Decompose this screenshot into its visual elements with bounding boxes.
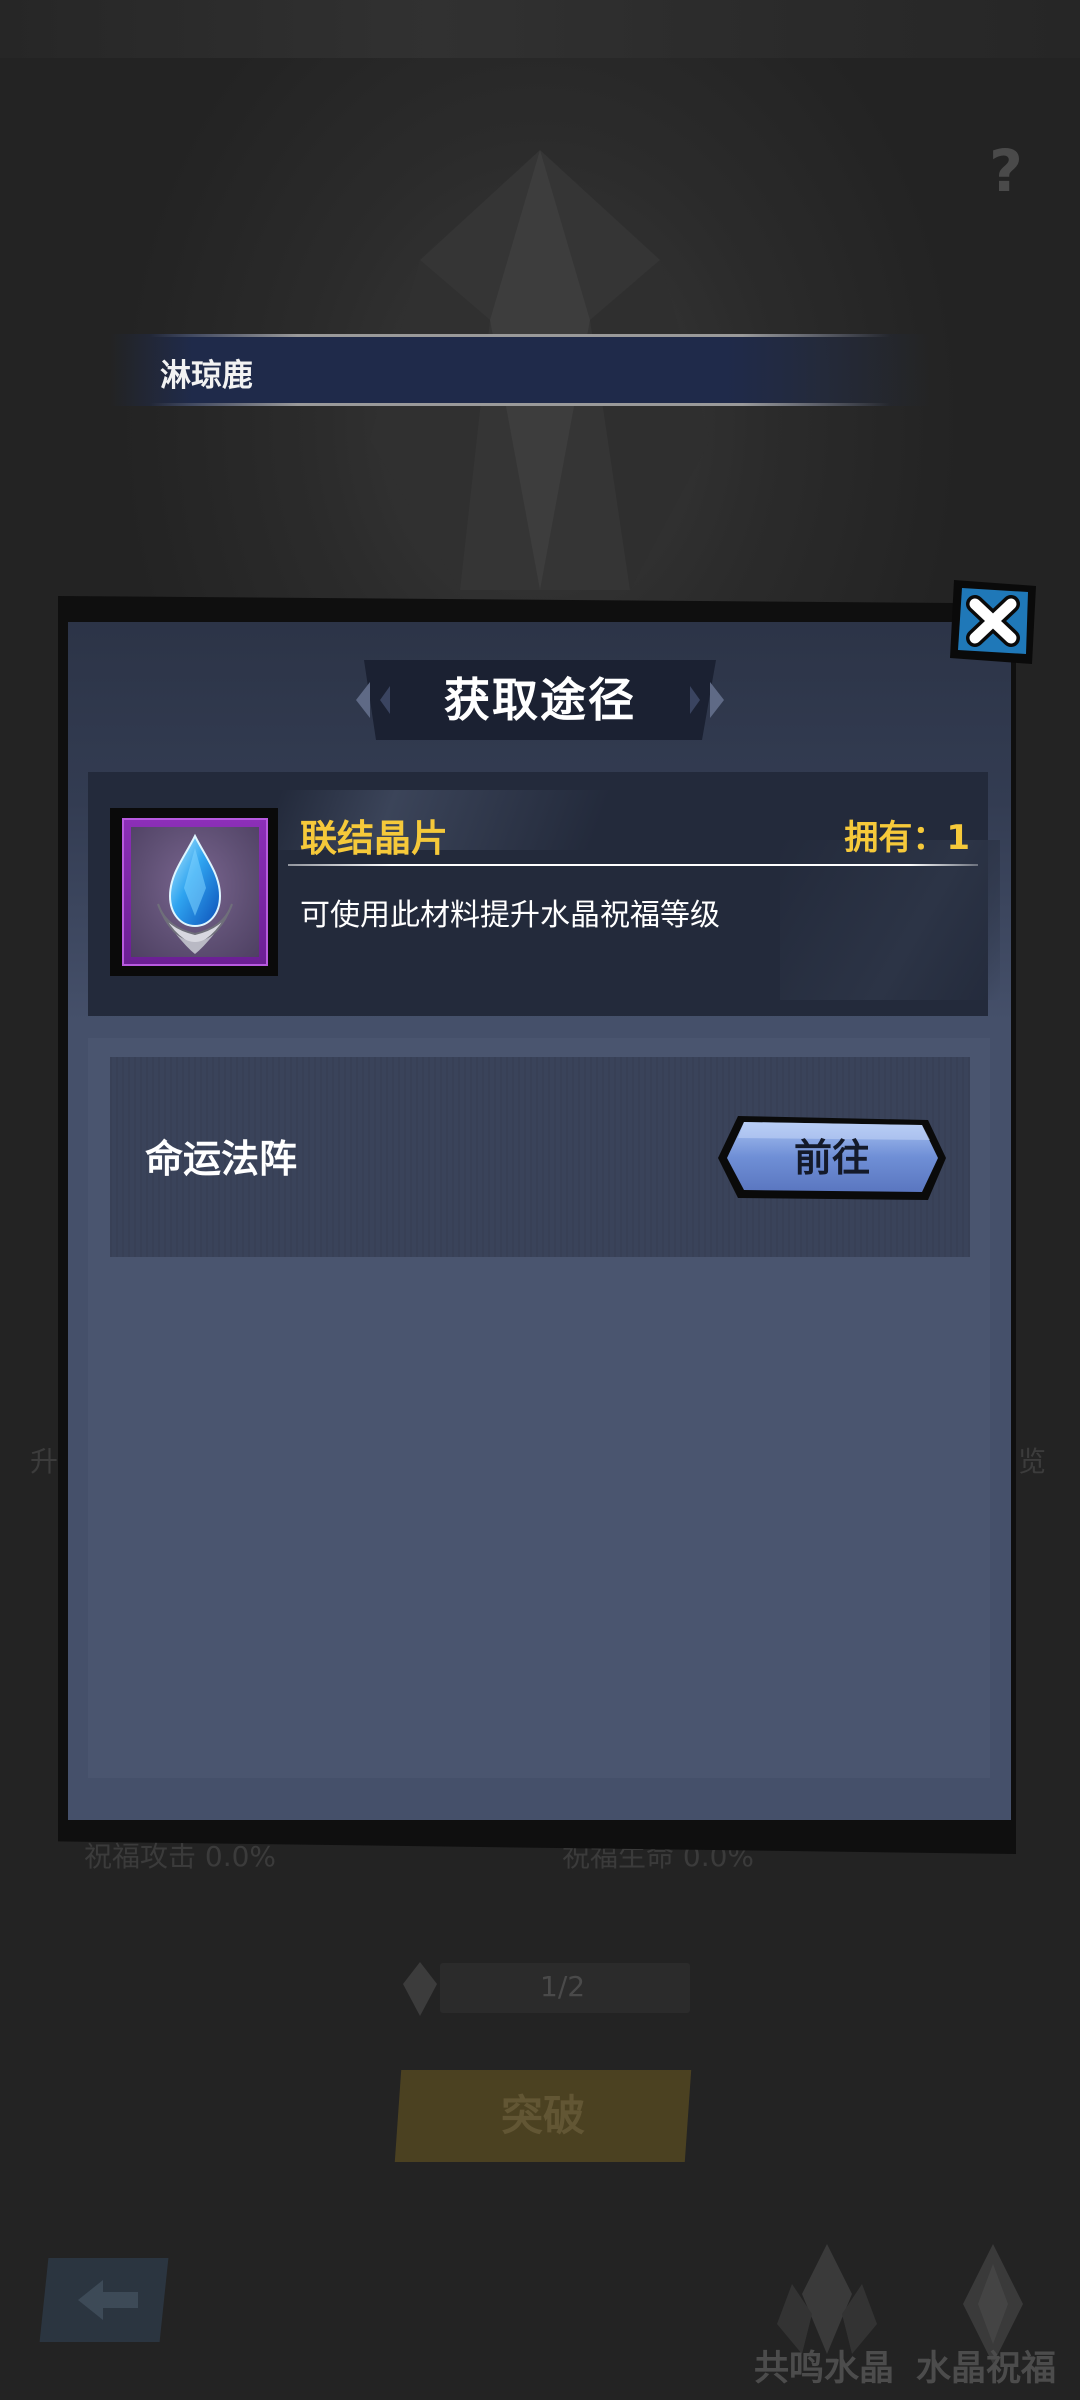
side-tab-right-label: 览: [1018, 1445, 1047, 1478]
item-owned-count: 拥有：1: [844, 818, 970, 858]
help-icon[interactable]: ?: [975, 140, 1037, 202]
side-tab-left-label: 升: [30, 1445, 59, 1478]
source-name: 命运法阵: [145, 1137, 298, 1181]
crystal-shard-icon: [157, 833, 233, 954]
top-bar: [0, 0, 1080, 58]
go-button[interactable]: [716, 1114, 948, 1202]
break-button-label: 突破: [500, 2091, 585, 2140]
material-progress-text: 1/2: [540, 1970, 586, 2003]
back-arrow-icon: [78, 2280, 138, 2320]
item-divider: [288, 864, 978, 866]
dialog-title: 获取途径: [444, 673, 636, 727]
tab-crystal-blessing[interactable]: 水晶祝福: [916, 2340, 1056, 2391]
close-button[interactable]: [948, 576, 1040, 668]
item-description: 可使用此材料提升水晶祝福等级: [300, 898, 720, 933]
item-name: 联结晶片: [300, 817, 448, 860]
character-name: 淋琼鹿: [160, 358, 253, 394]
screen: ? 淋琼鹿 升 览 祝福攻击 0.0% 祝福生命 0.0% 1/2 突破 共鸣水…: [0, 0, 1080, 2400]
crystal-small-icon: [403, 1962, 437, 2016]
close-icon: [966, 595, 1020, 647]
tab-resonance-crystal[interactable]: 共鸣水晶: [754, 2340, 894, 2391]
